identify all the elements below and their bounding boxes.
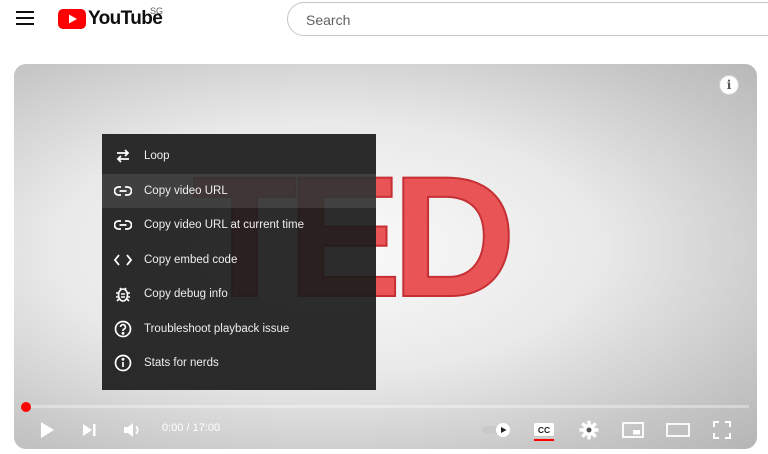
hamburger-menu-icon[interactable] — [16, 10, 36, 26]
youtube-play-logo-icon — [58, 9, 86, 29]
theater-mode-button[interactable] — [665, 419, 691, 441]
miniplayer-button[interactable] — [621, 419, 645, 441]
context-menu-label: Copy embed code — [144, 253, 238, 266]
captions-label: CC — [538, 425, 550, 435]
link-icon — [112, 214, 134, 236]
volume-button[interactable] — [122, 419, 146, 441]
context-menu-label: Troubleshoot playback issue — [144, 322, 290, 335]
next-button[interactable] — [78, 419, 100, 441]
fullscreen-button[interactable] — [711, 419, 733, 441]
context-menu-label: Copy debug info — [144, 288, 228, 301]
fullscreen-icon — [713, 421, 731, 439]
theater-icon — [666, 423, 690, 437]
video-player[interactable]: TED i Loop Copy video URL — [14, 64, 757, 449]
captions-icon: CC — [534, 423, 554, 441]
region-code: SG — [150, 6, 164, 16]
progress-scrubber[interactable] — [21, 402, 31, 412]
youtube-logo[interactable]: YouTube — [58, 8, 163, 30]
context-menu-item-debug[interactable]: Copy debug info — [102, 277, 376, 312]
context-menu-label: Stats for nerds — [144, 357, 219, 370]
progress-bar[interactable] — [22, 405, 749, 408]
autoplay-toggle[interactable] — [481, 419, 513, 441]
question-icon — [112, 318, 134, 340]
time-display: 0:00 / 17:00 — [162, 422, 221, 434]
context-menu-item-stats[interactable]: Stats for nerds — [102, 346, 376, 381]
code-icon — [112, 249, 134, 271]
next-icon — [83, 424, 96, 436]
context-menu-item-copy-url[interactable]: Copy video URL — [102, 173, 376, 208]
volume-icon — [124, 423, 139, 437]
search-box[interactable] — [287, 2, 768, 36]
context-menu-label: Copy video URL at current time — [144, 219, 305, 232]
context-menu-label: Copy video URL — [144, 184, 228, 197]
context-menu-label: Loop — [144, 150, 170, 163]
link-icon — [112, 180, 134, 202]
context-menu-item-troubleshoot[interactable]: Troubleshoot playback issue — [102, 312, 376, 347]
loop-icon — [112, 145, 134, 167]
play-button[interactable] — [36, 419, 58, 441]
info-icon[interactable]: i — [719, 75, 739, 95]
autoplay-toggle-icon — [482, 423, 510, 437]
context-menu-item-loop[interactable]: Loop — [102, 139, 376, 174]
search-input[interactable] — [304, 11, 748, 29]
masthead: YouTube SG — [0, 0, 768, 40]
play-icon — [41, 422, 54, 438]
info-icon — [112, 352, 134, 374]
settings-button[interactable] — [578, 419, 600, 441]
bug-icon — [112, 283, 134, 305]
context-menu-item-embed[interactable]: Copy embed code — [102, 243, 376, 278]
captions-button[interactable]: CC — [532, 419, 556, 443]
gear-icon — [579, 420, 599, 440]
context-menu: Loop Copy video URL Copy video URL at cu… — [102, 134, 376, 390]
miniplayer-icon — [622, 422, 644, 438]
context-menu-item-copy-url-time[interactable]: Copy video URL at current time — [102, 208, 376, 243]
